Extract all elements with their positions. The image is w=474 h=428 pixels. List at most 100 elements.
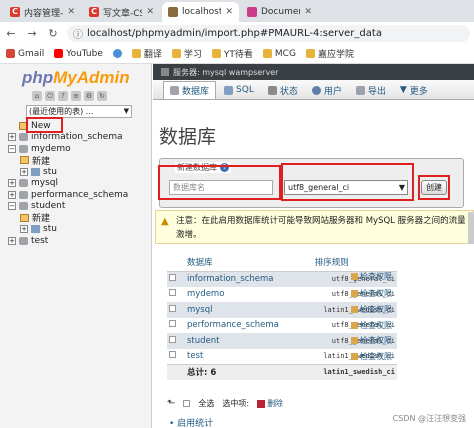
row-checkbox-cell <box>167 286 177 302</box>
tree-label: stu <box>43 166 57 177</box>
logout-icon[interactable]: ⏻ <box>45 91 55 101</box>
tree-label: stu <box>43 224 57 235</box>
close-icon[interactable]: ✕ <box>146 7 154 17</box>
header-database[interactable]: 数据库 <box>177 254 305 272</box>
database-icon <box>19 202 28 211</box>
back-icon[interactable]: ← <box>4 27 18 40</box>
row-checkbox[interactable] <box>169 289 176 297</box>
bookmark-mcg[interactable]: MCG <box>262 49 296 59</box>
close-icon[interactable]: ✕ <box>67 7 75 17</box>
database-name-link[interactable]: mysql <box>177 302 305 318</box>
forward-icon[interactable]: → <box>25 27 39 40</box>
check-privileges-link[interactable]: 检查权限 <box>351 351 399 362</box>
browser-tab[interactable]: Documen ✕ <box>241 2 318 22</box>
tree-item-student-new[interactable]: 新建 <box>8 212 151 224</box>
expand-icon[interactable]: + <box>20 225 28 234</box>
delete-button[interactable]: 删除 <box>257 398 283 409</box>
database-name-link[interactable]: student <box>177 333 305 349</box>
server-icon <box>161 68 169 76</box>
browser-tab[interactable]: C 写文章-CS ✕ <box>83 2 160 22</box>
tree-item-test[interactable]: + test <box>8 235 151 247</box>
row-checkbox-cell <box>167 271 177 287</box>
bookmark-yt[interactable]: YT待看 <box>211 47 253 60</box>
expand-icon[interactable]: + <box>8 236 16 245</box>
tab-status[interactable]: 状态 <box>262 81 304 99</box>
expand-icon[interactable]: + <box>8 190 16 199</box>
bulk-actions: ⬑ 全选 选中项: 删除 <box>167 398 283 409</box>
check-privileges-link[interactable]: 检查权限 <box>351 288 399 299</box>
collapse-icon[interactable]: − <box>8 202 16 211</box>
sql-icon <box>224 85 234 95</box>
status-icon <box>267 85 277 95</box>
tab-sql[interactable]: SQL <box>218 81 260 99</box>
total-collation: latin1_swedish_ci <box>304 363 397 380</box>
with-selected-label: 选中项: <box>222 399 250 408</box>
tab-export[interactable]: 导出 <box>350 81 392 99</box>
browser-tab-active[interactable]: localhost ✕ <box>162 2 239 22</box>
table-icon <box>31 225 40 234</box>
tree-item-information-schema[interactable]: + information_schema <box>8 132 151 144</box>
reload-icon[interactable]: ↻ <box>46 27 60 40</box>
highlight-create-button <box>418 175 450 200</box>
row-checkbox[interactable] <box>169 335 176 343</box>
row-checkbox[interactable] <box>169 304 176 312</box>
tree-label: mydemo <box>31 143 71 154</box>
check-privileges-link[interactable]: 检查权限 <box>351 335 399 346</box>
globe-icon <box>112 49 122 58</box>
reload-icon[interactable]: ↻ <box>97 91 107 101</box>
check-privileges-link[interactable]: 检查权限 <box>351 271 399 282</box>
database-name-link[interactable]: information_schema <box>177 271 305 287</box>
tree-item-mydemo-stu[interactable]: + stu <box>8 166 151 178</box>
tree-item-mydemo[interactable]: − mydemo <box>8 143 151 155</box>
help-icon[interactable]: ? <box>58 91 68 101</box>
tab-label: 写文章-CS <box>103 8 143 19</box>
check-privileges-link[interactable]: 检查权限 <box>351 304 399 315</box>
bookmark-label: YouTube <box>66 48 103 59</box>
bookmark-gmail[interactable]: Gmail <box>6 49 44 59</box>
tree-label: performance_schema <box>31 189 129 200</box>
tree-item-mydemo-new[interactable]: 新建 <box>8 155 151 167</box>
close-icon[interactable]: ✕ <box>225 7 233 17</box>
tree-item-student-stu[interactable]: + stu <box>8 224 151 236</box>
privileges-icon <box>351 290 358 297</box>
scrollbar[interactable] <box>468 212 474 244</box>
expand-icon[interactable]: + <box>20 167 28 176</box>
browser-tab[interactable]: C 内容管理-CS ✕ <box>4 2 81 22</box>
check-privileges-link[interactable]: 检查权限 <box>351 320 399 331</box>
enable-statistics-link[interactable]: • 启用统计 <box>169 416 213 428</box>
bookmark-youtube[interactable]: YouTube <box>54 49 103 59</box>
collapse-icon[interactable]: − <box>8 144 16 153</box>
expand-icon[interactable]: + <box>8 179 16 188</box>
row-checkbox[interactable] <box>169 274 176 281</box>
row-checkbox-cell <box>167 348 177 364</box>
tab-more[interactable]: ▼ 更多 <box>394 81 434 99</box>
info-icon[interactable]: ⓘ <box>73 26 83 41</box>
row-checkbox[interactable] <box>169 320 176 328</box>
tab-users[interactable]: 用户 <box>306 81 348 99</box>
bookmark-globe[interactable] <box>112 49 122 58</box>
tree-item-mysql[interactable]: + mysql <box>8 178 151 190</box>
privileges-label: 检查权限 <box>360 289 392 298</box>
database-name-link[interactable]: test <box>177 348 305 364</box>
tab-databases[interactable]: 数据库 <box>163 81 217 99</box>
database-name-link[interactable]: mydemo <box>177 286 305 302</box>
address-bar[interactable]: ⓘ localhost/phpmyadmin/import.php#PMAURL… <box>67 24 470 42</box>
highlight-collation <box>281 163 414 201</box>
check-all-label[interactable]: 全选 <box>198 398 214 409</box>
row-checkbox[interactable] <box>169 351 176 358</box>
docs-icon[interactable]: ≡ <box>71 91 81 101</box>
server-label: 服务器: mysql wampserver <box>173 67 279 77</box>
bookmark-jiaying[interactable]: 嘉应学院 <box>305 47 354 60</box>
check-all-checkbox[interactable] <box>183 400 191 407</box>
phpmyadmin-logo[interactable]: phpMyAdmin <box>22 68 130 88</box>
tree-item-performance-schema[interactable]: + performance_schema <box>8 189 151 201</box>
home-icon[interactable]: ⌂ <box>32 91 42 101</box>
close-icon[interactable]: ✕ <box>304 7 312 17</box>
bookmark-translate[interactable]: 翻译 <box>131 47 162 60</box>
tree-item-student[interactable]: − student <box>8 201 151 213</box>
settings-icon[interactable]: ⚙ <box>84 91 94 101</box>
bookmark-study[interactable]: 学习 <box>171 47 202 60</box>
server-breadcrumb[interactable]: 服务器: mysql wampserver <box>153 64 474 80</box>
database-name-link[interactable]: performance_schema <box>177 317 305 333</box>
expand-icon[interactable]: + <box>8 133 16 142</box>
